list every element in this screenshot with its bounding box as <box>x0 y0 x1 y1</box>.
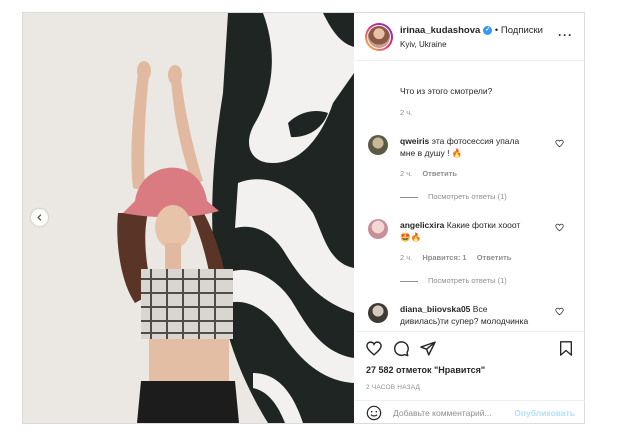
comment-meta: 2 ч. Нравится: 1 Ответить <box>400 253 519 262</box>
commenter-avatar[interactable] <box>368 135 388 155</box>
following-status[interactable]: • Подписки <box>495 25 543 36</box>
caption-time-label: 2 ч. <box>400 108 413 117</box>
comment-input[interactable] <box>393 406 533 420</box>
heart-icon[interactable] <box>555 223 564 232</box>
author-username[interactable]: irinaa_kudashova <box>400 25 480 36</box>
author-avatar[interactable] <box>365 23 393 51</box>
post-photo[interactable] <box>23 13 354 423</box>
post-header: irinaa_kudashova ✓ • Подписки Kyiv, Ukrai… <box>355 13 585 61</box>
previous-photo-button[interactable] <box>31 209 48 226</box>
emoji-icon[interactable] <box>366 405 382 421</box>
heart-icon[interactable] <box>555 139 564 148</box>
view-replies-label: Посмотреть ответы (1) <box>428 276 507 285</box>
bookmark-icon[interactable] <box>558 340 574 357</box>
comment-likes-button[interactable]: Нравится: 1 <box>422 253 466 262</box>
send-icon[interactable] <box>419 340 437 357</box>
comment-username[interactable]: diana_biiovska05 <box>400 304 470 314</box>
comment-body-cont: дивилась)ти супер? молодчинка <box>400 316 529 326</box>
chevron-left-icon <box>37 214 42 221</box>
reply-button[interactable]: Ответить <box>422 169 457 178</box>
comment-time: 2 ч. <box>400 253 413 262</box>
likes-count[interactable]: 27 582 отметок "Нравится" <box>366 365 485 375</box>
view-replies-button[interactable]: Посмотреть ответы (1) <box>400 276 507 285</box>
comment-text: qweiris эта фотосессия упала мне в душу … <box>400 135 560 159</box>
reply-button[interactable]: Ответить <box>477 253 512 262</box>
comment-username[interactable]: angelicxira <box>400 220 444 230</box>
comment-text: angelicxira Какие фотки хооот 🤩🔥 <box>400 219 560 243</box>
caption-time: 2 ч. <box>400 108 420 117</box>
post-frame: irinaa_kudashova ✓ • Подписки Kyiv, Ukrai… <box>22 12 585 424</box>
verified-badge-icon: ✓ <box>483 25 493 35</box>
commenter-avatar[interactable] <box>368 219 388 239</box>
add-comment-row: Опубликовать <box>355 400 585 424</box>
comment-body: Какие фотки хооот <box>446 220 521 230</box>
view-replies-button[interactable]: Посмотреть ответы (1) <box>400 192 507 201</box>
more-horizontal-icon[interactable]: ··· <box>558 29 573 41</box>
comment-icon[interactable] <box>392 340 410 357</box>
caption-text: Что из этого смотрели? <box>400 86 493 96</box>
photo-image <box>23 13 354 423</box>
comment-body-cont: мне в душу ! 🔥 <box>400 148 463 158</box>
comment-text: diana_biiovska05 Все дивилась)ти супер? … <box>400 303 550 327</box>
comment-body: эта фотосессия упала <box>431 136 520 146</box>
comment-body: Все <box>472 304 488 314</box>
author-line: irinaa_kudashova ✓ • Подписки <box>400 25 543 36</box>
post-location[interactable]: Kyiv, Ukraine <box>400 40 447 49</box>
post-actions: 27 582 отметок "Нравится" 2 ЧАСОВ НАЗАД … <box>355 331 585 423</box>
commenter-avatar[interactable] <box>368 303 388 323</box>
comment-body-cont: 🤩🔥 <box>400 232 422 242</box>
heart-icon[interactable] <box>365 340 383 357</box>
comments-list[interactable]: Что из этого смотрели? 2 ч. qweiris эта … <box>355 61 585 331</box>
heart-icon[interactable] <box>555 307 564 316</box>
comment-meta: 2 ч. Ответить <box>400 169 465 178</box>
publish-button[interactable]: Опубликовать <box>514 408 575 418</box>
view-replies-label: Посмотреть ответы (1) <box>428 192 507 201</box>
post-time: 2 ЧАСОВ НАЗАД <box>366 384 421 391</box>
comment-username[interactable]: qweiris <box>400 136 429 146</box>
comment-time: 2 ч. <box>400 169 413 178</box>
post-sidebar: irinaa_kudashova ✓ • Подписки Kyiv, Ukrai… <box>355 13 585 423</box>
